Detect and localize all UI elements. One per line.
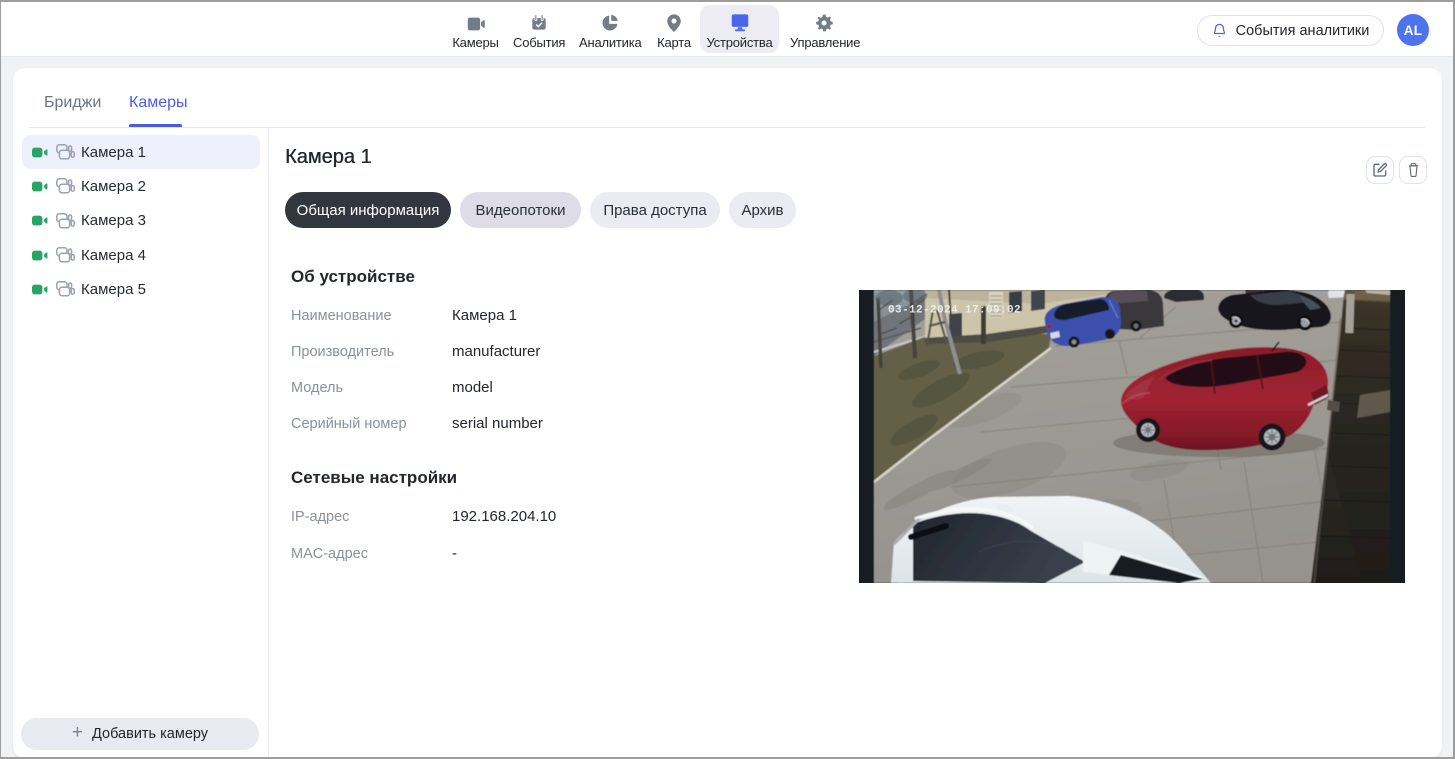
svg-text:03-12-2024 17:09:02: 03-12-2024 17:09:02 (888, 305, 1021, 317)
